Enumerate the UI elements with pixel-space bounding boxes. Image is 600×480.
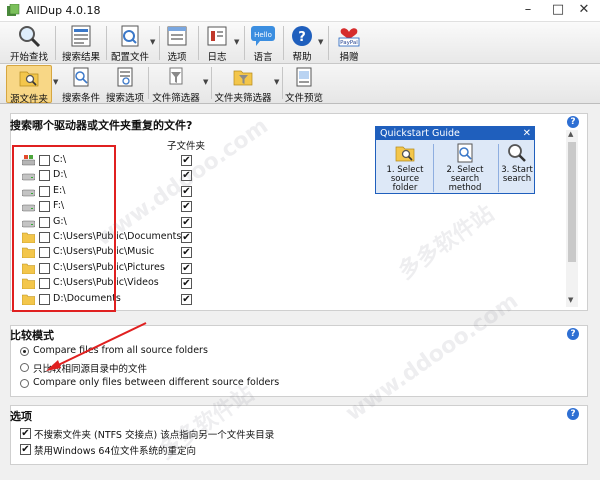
file-preview-icon [296, 67, 312, 87]
subfolders-checkbox[interactable]: ✔ [181, 278, 192, 290]
scrollbar-thumb[interactable] [568, 142, 576, 262]
help-question-icon: ? [292, 26, 312, 46]
folder-filter-dropdown-arrow-icon[interactable]: ▼ [274, 78, 281, 86]
search-criteria-icon [457, 143, 473, 163]
search-criteria-icon [73, 67, 89, 87]
tab-file-filter[interactable]: 文件筛选器 [150, 65, 202, 104]
svg-text:Hello: Hello [254, 31, 272, 39]
scroll-down-arrow-icon[interactable]: ▼ [568, 296, 573, 304]
options-window-icon [167, 26, 187, 46]
options-button[interactable]: 选项 [162, 24, 192, 64]
source-panel-title: 搜索哪个驱动器或文件夹重复的文件? [10, 119, 193, 132]
source-folder-search-icon [395, 146, 415, 162]
magnifier-icon [19, 26, 41, 48]
source-folders-dropdown-arrow-icon[interactable]: ▼ [53, 78, 60, 86]
title-bar: AllDup 4.0.18 – □ ✕ [0, 0, 600, 22]
language-hello-icon: Hello [251, 26, 275, 46]
results-list-icon [71, 25, 91, 47]
subfolders-checkbox[interactable]: ✔ [181, 216, 192, 228]
minimize-button[interactable]: – [512, 0, 544, 22]
search-options-icon [117, 67, 133, 87]
source-folder-search-icon [19, 71, 39, 87]
source-help-icon[interactable]: ? [567, 116, 579, 128]
magnifier-icon [508, 144, 526, 162]
search-results-button[interactable]: 搜索结果 [58, 24, 104, 64]
log-icon [207, 26, 227, 46]
tab-search-criteria[interactable]: 搜索条件 [60, 65, 102, 104]
subfolders-checkbox[interactable]: ✔ [181, 247, 192, 259]
toolbar-separator [328, 26, 329, 60]
subfolders-checkbox[interactable]: ✔ [181, 262, 192, 274]
toolbar-separator [282, 67, 283, 99]
subfolders-checkbox[interactable]: ✔ [181, 155, 192, 166]
toolbar-separator [106, 26, 107, 60]
folder-filter-funnel-icon [233, 70, 253, 86]
compare-option-different-sources[interactable]: Compare only files between different sou… [20, 377, 440, 391]
subfolders-checkbox[interactable]: ✔ [181, 201, 192, 213]
radio-button[interactable] [20, 379, 29, 388]
file-filter-funnel-icon [169, 67, 183, 85]
tab-file-preview[interactable]: 文件预览 [284, 65, 324, 104]
options-panel-title: 选项 [10, 410, 32, 423]
language-button[interactable]: Hello 语言 [248, 24, 278, 64]
quickstart-close-icon[interactable]: ✕ [523, 127, 531, 140]
toolbar-separator [159, 26, 160, 60]
toolbar-separator [148, 67, 149, 99]
paypal-heart-icon: PayPal [338, 28, 360, 47]
help-button[interactable]: ? 帮助 [287, 24, 317, 64]
subfolders-checkbox[interactable]: ✔ [181, 232, 192, 243]
profile-document-icon [121, 25, 139, 47]
subfolders-checkbox[interactable]: ✔ [181, 185, 192, 197]
quickstart-step-select-source[interactable]: 1. Select source folder [378, 142, 432, 193]
tab-source-folders[interactable]: 源文件夹 [6, 65, 52, 105]
subfolders-checkbox[interactable]: ✔ [181, 170, 192, 182]
radio-button[interactable] [20, 363, 29, 372]
quickstart-step-start-search[interactable]: 3. Start search [499, 142, 535, 184]
quickstart-step-select-method[interactable]: 2. Select search method [434, 142, 496, 193]
option-disable-redirection[interactable]: ✔ 禁用Windows 64位文件系统的重定向 [20, 443, 440, 457]
checkbox[interactable]: ✔ [20, 428, 31, 439]
source-list-scrollbar[interactable]: ▲ ▼ [566, 130, 578, 307]
start-search-button[interactable]: 开始查找 [6, 24, 52, 64]
compare-help-icon[interactable]: ? [567, 328, 579, 340]
radio-button[interactable] [20, 347, 29, 356]
file-filter-dropdown-arrow-icon[interactable]: ▼ [203, 78, 210, 86]
highlight-annotation-box [12, 145, 116, 312]
quickstart-guide: Quickstart Guide ✕ 1. Select source fold… [375, 126, 535, 194]
subfolders-column-header: 子文件夹 [167, 141, 206, 152]
close-button[interactable]: ✕ [568, 0, 600, 22]
toolbar-separator [283, 26, 284, 60]
toolbar-separator [55, 26, 56, 60]
log-button[interactable]: 日志 [202, 24, 232, 64]
profiles-button[interactable]: 配置文件 [108, 24, 152, 64]
subfolders-checkbox[interactable]: ✔ [181, 293, 192, 305]
svg-text:PayPal: PayPal [340, 40, 358, 46]
donate-button[interactable]: PayPal 捐赠 [332, 24, 366, 64]
navigation-toolbar: 源文件夹 ▼ 搜索条件 搜索选项 文件筛选器 ▼ 文件夹筛选器 ▼ 文件预览 [0, 64, 600, 105]
help-dropdown-arrow-icon[interactable]: ▼ [318, 38, 325, 46]
options-help-icon[interactable]: ? [567, 408, 579, 420]
option-skip-junctions[interactable]: ✔ 不搜索文件夹 (NTFS 交接点) 该点指向另一个文件夹目录 [20, 427, 440, 441]
annotation-arrow-icon [46, 322, 147, 371]
svg-text:?: ? [298, 30, 306, 45]
toolbar-separator [244, 26, 245, 60]
toolbar-separator [198, 26, 199, 60]
tab-search-options[interactable]: 搜索选项 [104, 65, 146, 104]
main-toolbar: 开始查找 搜索结果 配置文件 ▼ 选项 日志 ▼ Hello 语言 ? 帮助 ▼… [0, 22, 600, 64]
quickstart-header: Quickstart Guide ✕ [376, 127, 534, 140]
profiles-dropdown-arrow-icon[interactable]: ▼ [150, 38, 157, 46]
scroll-up-arrow-icon[interactable]: ▲ [568, 130, 573, 138]
log-dropdown-arrow-icon[interactable]: ▼ [234, 38, 241, 46]
checkbox[interactable]: ✔ [20, 444, 31, 455]
window-title: AllDup 4.0.18 [26, 4, 101, 17]
tab-folder-filter[interactable]: 文件夹筛选器 [212, 65, 274, 104]
alldup-app-icon [7, 4, 20, 16]
